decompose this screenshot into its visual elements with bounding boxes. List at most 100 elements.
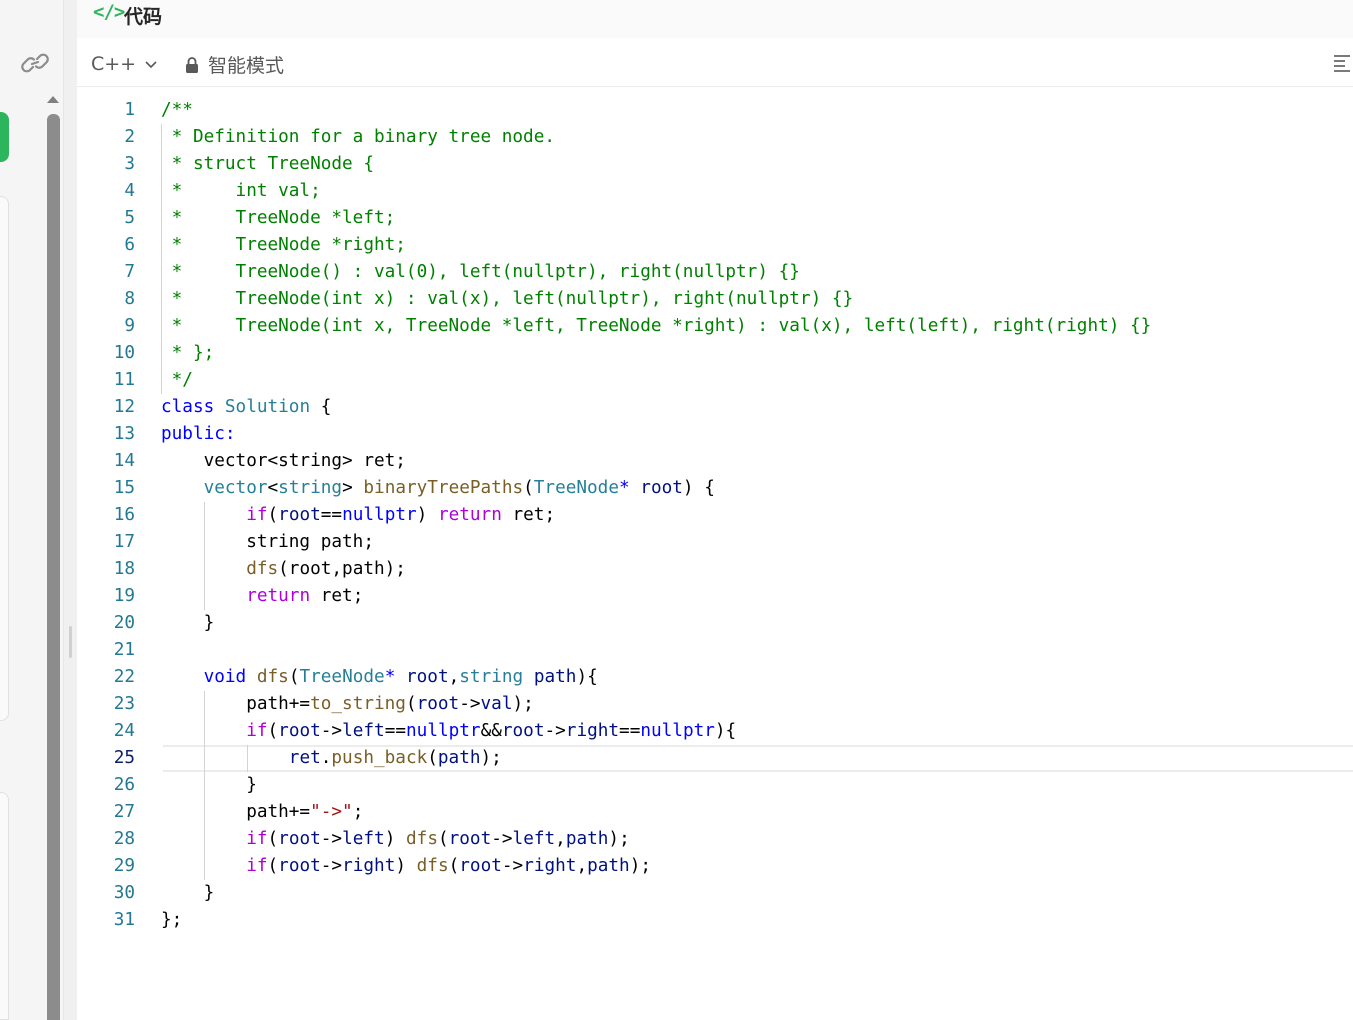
code-line[interactable]: 28 if(root->left) dfs(root->left,path);: [77, 826, 1353, 853]
splitter-grip[interactable]: [69, 626, 72, 658]
code-line[interactable]: 4 * int val;: [77, 178, 1353, 205]
scroll-up-arrow-icon[interactable]: [47, 96, 59, 103]
code-icon: </>: [93, 1, 125, 23]
code-line[interactable]: 6 * TreeNode *right;: [77, 232, 1353, 259]
code-line[interactable]: 7 * TreeNode() : val(0), left(nullptr), …: [77, 259, 1353, 286]
code-line[interactable]: 15 vector<string> binaryTreePaths(TreeNo…: [77, 475, 1353, 502]
line-number: 5: [124, 208, 135, 228]
code-line[interactable]: 25 ret.push_back(path);: [77, 745, 1353, 772]
code-token: * int val;: [161, 181, 321, 201]
code-line[interactable]: 11 */: [77, 367, 1353, 394]
line-code: if(root->left==nullptr&&root->right==nul…: [161, 718, 736, 745]
code-token: path+=: [161, 694, 311, 714]
active-tab-indicator[interactable]: [0, 112, 9, 162]
code-token: (: [448, 856, 460, 876]
code-token: ->: [459, 694, 481, 714]
scrollbar-thumb[interactable]: [47, 114, 60, 1020]
code-line[interactable]: 12 class Solution {: [77, 394, 1353, 421]
code-token: ,: [576, 856, 588, 876]
code-line[interactable]: 24 if(root->left==nullptr&&root->right==…: [77, 718, 1353, 745]
code-line[interactable]: 2 * Definition for a binary tree node.: [77, 124, 1353, 151]
code-line[interactable]: 13 public:: [77, 421, 1353, 448]
menu-icon[interactable]: [1333, 54, 1351, 72]
code-line[interactable]: 19 return ret;: [77, 583, 1353, 610]
language-select[interactable]: C++: [91, 52, 158, 76]
code-line[interactable]: 8 * TreeNode(int x) : val(x), left(nullp…: [77, 286, 1353, 313]
left-panel-edge: [0, 196, 9, 721]
code-token: push_back: [331, 748, 428, 768]
line-code: vector<string> binaryTreePaths(TreeNode*…: [161, 475, 715, 502]
code-line[interactable]: 26 }: [77, 772, 1353, 799]
code-token: nullptr: [640, 721, 715, 741]
line-number: 7: [124, 262, 135, 282]
code-line[interactable]: 10 * };: [77, 340, 1353, 367]
code-token: ): [395, 856, 417, 876]
line-code: */: [161, 367, 193, 394]
code-line[interactable]: 5 * TreeNode *left;: [77, 205, 1353, 232]
code-token: (: [437, 829, 449, 849]
code-token: /**: [161, 100, 193, 120]
line-number: 10: [113, 343, 135, 363]
language-label: C++: [91, 53, 137, 75]
code-token: root: [406, 667, 449, 687]
line-number: 16: [113, 505, 135, 525]
code-line[interactable]: 18 dfs(root,path);: [77, 556, 1353, 583]
line-code: * Definition for a binary tree node.: [161, 124, 555, 151]
code-token: * Definition for a binary tree node.: [161, 127, 556, 147]
line-code: * struct TreeNode {: [161, 151, 374, 178]
code-line[interactable]: 9 * TreeNode(int x, TreeNode *left, Tree…: [77, 313, 1353, 340]
code-token: }: [161, 613, 215, 633]
code-token: return: [437, 505, 502, 525]
smart-mode-toggle[interactable]: 智能模式: [185, 51, 284, 78]
code-line[interactable]: 27 path+="->";: [77, 799, 1353, 826]
line-number: 21: [113, 640, 135, 660]
code-line[interactable]: 14 vector<string> ret;: [77, 448, 1353, 475]
code-line[interactable]: 16 if(root==nullptr) return ret;: [77, 502, 1353, 529]
link-icon[interactable]: [20, 50, 50, 76]
code-line[interactable]: 29 if(root->right) dfs(root->right,path)…: [77, 853, 1353, 880]
code-line[interactable]: 23 path+=to_string(root->val);: [77, 691, 1353, 718]
code-line[interactable]: 30 }: [77, 880, 1353, 907]
line-code: void dfs(TreeNode* root,string path){: [161, 664, 598, 691]
line-number: 3: [124, 154, 135, 174]
code-token: (: [523, 478, 534, 498]
code-token: public:: [161, 424, 236, 444]
code-token: ->: [501, 856, 524, 876]
code-token: ->: [320, 829, 343, 849]
line-code: }: [161, 880, 215, 907]
code-token: ==: [619, 721, 641, 741]
code-token: right: [523, 856, 577, 876]
code-line[interactable]: 20 }: [77, 610, 1353, 637]
panel-splitter[interactable]: [64, 0, 77, 1020]
code-line[interactable]: 17 string path;: [77, 529, 1353, 556]
line-number: 14: [113, 451, 135, 471]
code-token: string path;: [161, 532, 374, 552]
code-line[interactable]: 21: [77, 637, 1353, 664]
mode-label: 智能模式: [208, 55, 285, 77]
panel-header: </> 代码: [77, 0, 1353, 38]
code-line[interactable]: 3 * struct TreeNode {: [77, 151, 1353, 178]
code-token: * struct TreeNode {: [161, 154, 374, 174]
code-line[interactable]: 1 /**: [77, 97, 1353, 124]
code-line[interactable]: 31};: [77, 907, 1353, 934]
code-token: * TreeNode *right;: [161, 235, 406, 255]
code-token: dfs: [246, 559, 279, 579]
line-code: path+="->";: [161, 799, 363, 826]
code-token: * TreeNode() : val(0), left(nullptr), ri…: [161, 262, 800, 282]
line-code: ret.push_back(path);: [161, 745, 502, 772]
chevron-down-icon: [145, 61, 157, 69]
code-token: path: [587, 856, 630, 876]
code-editor[interactable]: 1 /** 2 * Definition for a binary tree nod…: [77, 97, 1353, 934]
code-token: };: [161, 910, 183, 930]
code-token: &&: [480, 721, 502, 741]
code-line[interactable]: 22 void dfs(TreeNode* root,string path){: [77, 664, 1353, 691]
code-token: path: [565, 829, 609, 849]
code-token: ret;: [501, 505, 556, 525]
line-code: }: [161, 610, 215, 637]
line-code: * int val;: [161, 178, 321, 205]
